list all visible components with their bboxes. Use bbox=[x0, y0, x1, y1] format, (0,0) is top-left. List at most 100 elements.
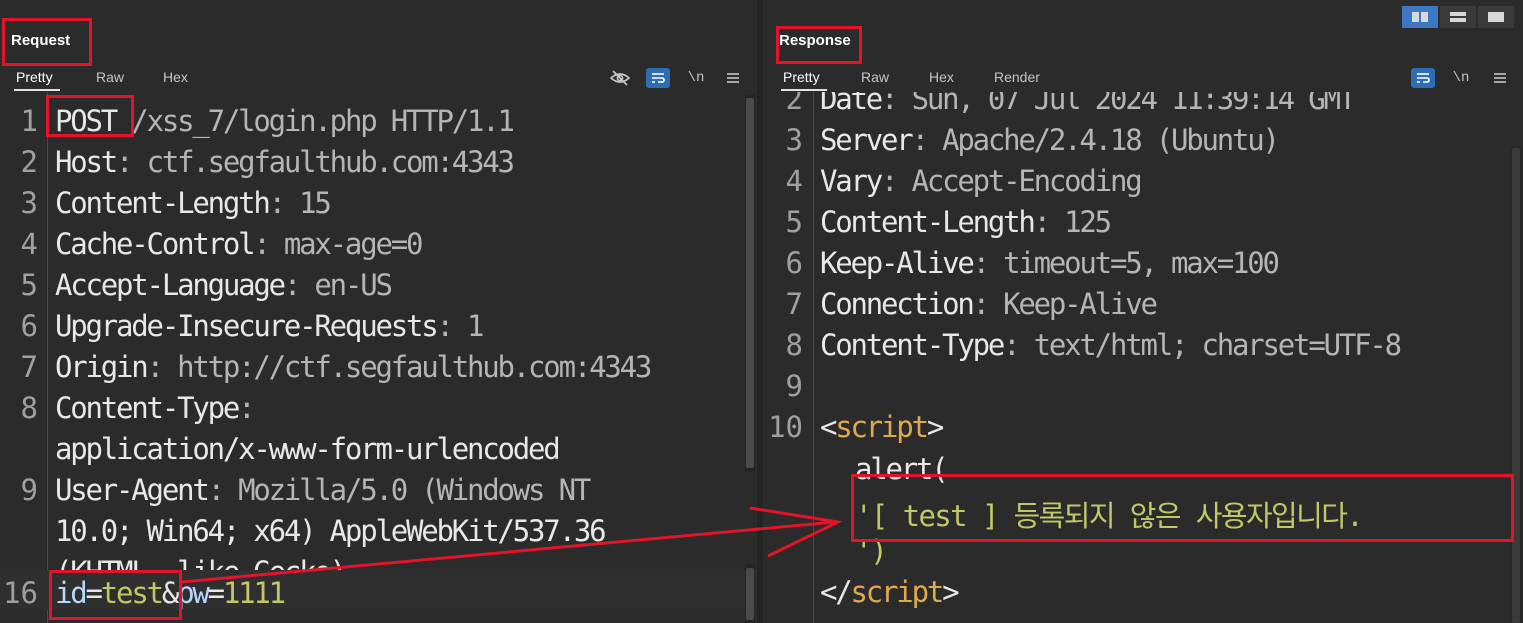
line-number: 6 bbox=[785, 246, 803, 280]
response-tab-hex[interactable]: Hex bbox=[929, 69, 954, 85]
header-name: POST bbox=[55, 104, 118, 138]
header-value: : Mozilla/5.0 (Windows NT bbox=[207, 473, 592, 507]
request-tab-hex[interactable]: Hex bbox=[163, 69, 188, 85]
code-line[interactable]: application/x-www-form-urlencoded bbox=[0, 426, 757, 466]
header-name: Date bbox=[820, 92, 883, 116]
code-line[interactable]: </script> bbox=[763, 569, 1523, 609]
header-value: : text/html; charset=UTF-8 bbox=[1003, 328, 1402, 362]
response-title: Response bbox=[779, 32, 851, 49]
header-name: Accept-Language bbox=[55, 268, 286, 302]
request-body[interactable]: id=test&pw=1111 bbox=[55, 576, 286, 610]
code-line[interactable]: 3 Content-Length: 15 bbox=[0, 180, 757, 220]
header-name: Origin bbox=[55, 350, 149, 384]
response-tab-render[interactable]: Render bbox=[994, 69, 1040, 85]
header-value: : 15 bbox=[268, 186, 332, 220]
scroll-thumb[interactable] bbox=[1512, 148, 1520, 623]
script-open-tag: <script> bbox=[820, 410, 944, 444]
response-scrollbar[interactable] bbox=[1511, 148, 1521, 623]
header-value: : 125 bbox=[1033, 205, 1113, 239]
code-line[interactable]: 6 Keep-Alive: timeout=5, max=100 bbox=[763, 240, 1523, 280]
code-line[interactable]: 7 Connection: Keep-Alive bbox=[763, 281, 1523, 321]
header-value: : bbox=[238, 391, 256, 425]
wrap-lines-icon[interactable] bbox=[1411, 68, 1435, 88]
single-pane-icon[interactable] bbox=[1478, 6, 1514, 28]
header-name: Server bbox=[820, 123, 914, 157]
code-line[interactable]: 8 Content-Type: bbox=[0, 385, 757, 425]
code-line[interactable]: 5 Content-Length: 125 bbox=[763, 199, 1523, 239]
line-number: 5 bbox=[20, 268, 38, 302]
response-tab-pretty[interactable]: Pretty bbox=[783, 69, 820, 85]
header-name: Host bbox=[55, 145, 118, 179]
param-value-id: test bbox=[100, 576, 164, 610]
active-tab-underline bbox=[14, 89, 60, 91]
header-name: Connection bbox=[820, 287, 975, 321]
code-line[interactable]: '[ test ] 등록되지 않은 사용자입니다. bbox=[763, 487, 1523, 533]
response-tab-raw[interactable]: Raw bbox=[861, 69, 889, 85]
request-editor[interactable]: 1 POST /xss_7/login.php HTTP/1.1 2 Host: ct… bbox=[0, 92, 757, 623]
header-name: User-Agent bbox=[55, 473, 210, 507]
param-eq: = bbox=[85, 576, 104, 610]
code-line[interactable]: 1 POST /xss_7/login.php HTTP/1.1 bbox=[0, 98, 757, 138]
newline-toggle[interactable]: \n bbox=[684, 68, 708, 88]
header-text: Cache-Control: max-age=0 bbox=[55, 227, 423, 261]
code-line[interactable]: 9 User-Agent: Mozilla/5.0 (Windows NT bbox=[0, 467, 757, 507]
header-value: : Apache/2.4.18 (Ubuntu) bbox=[911, 123, 1280, 157]
code-line[interactable]: 5 Accept-Language: en-US bbox=[0, 262, 757, 302]
request-body-scrollbar[interactable] bbox=[745, 564, 755, 623]
alert-close: ') bbox=[855, 534, 888, 568]
code-line[interactable]: 10.0; Win64; x64) AppleWebKit/537.36 bbox=[0, 508, 757, 548]
line-number: 16 bbox=[3, 576, 38, 610]
header-text: Vary: Accept-Encoding bbox=[820, 164, 1143, 198]
line-number: 2 bbox=[20, 145, 38, 179]
header-text: Keep-Alive: timeout=5, max=100 bbox=[820, 246, 1280, 280]
header-name: Vary bbox=[820, 164, 883, 198]
header-value: : max-age=0 bbox=[253, 227, 423, 261]
code-line[interactable]: 6 Upgrade-Insecure-Requests: 1 bbox=[0, 303, 757, 343]
code-line[interactable]: 2 Host: ctf.segfaulthub.com:4343 bbox=[0, 139, 757, 179]
code-line[interactable]: alert( bbox=[763, 446, 1523, 486]
header-value: : http://ctf.segfaulthub.com:4343 bbox=[146, 350, 653, 384]
param-key-id: id bbox=[55, 576, 88, 610]
header-value: : 1 bbox=[436, 309, 485, 343]
scroll-thumb[interactable] bbox=[746, 98, 754, 468]
wrap-lines-icon[interactable] bbox=[646, 68, 670, 88]
code-line[interactable]: 8 Content-Type: text/html; charset=UTF-8 bbox=[763, 322, 1523, 362]
request-tab-raw[interactable]: Raw bbox=[96, 69, 124, 85]
code-line[interactable]: 9 bbox=[763, 363, 1523, 403]
scroll-thumb[interactable] bbox=[746, 568, 754, 620]
line-number: 9 bbox=[785, 369, 803, 403]
menu-icon[interactable] bbox=[1489, 68, 1511, 88]
header-value: /xss_7/login.php HTTP/1.1 bbox=[116, 104, 515, 138]
code-line[interactable]: 2 Date: Sun, 07 Jul 2024 11:39:14 GMT bbox=[763, 92, 1523, 116]
header-text: Origin: http://ctf.segfaulthub.com:4343 bbox=[55, 350, 653, 384]
code-line[interactable]: 4 Cache-Control: max-age=0 bbox=[0, 221, 757, 261]
code-line[interactable]: 7 Origin: http://ctf.segfaulthub.com:4343 bbox=[0, 344, 757, 384]
response-editor[interactable]: 2 Date: Sun, 07 Jul 2024 11:39:14 GMT 3 Ser… bbox=[763, 92, 1523, 623]
split-columns-icon[interactable] bbox=[1402, 6, 1438, 28]
split-rows-icon[interactable] bbox=[1440, 6, 1476, 28]
menu-icon[interactable] bbox=[722, 68, 744, 88]
alert-call: alert( bbox=[855, 452, 949, 486]
line-number: 6 bbox=[20, 309, 38, 343]
code-line[interactable]: ') bbox=[763, 528, 1523, 568]
line-number: 3 bbox=[785, 123, 803, 157]
header-text: User-Agent: Mozilla/5.0 (Windows NT bbox=[55, 473, 592, 507]
header-text: Content-Length: 125 bbox=[820, 205, 1113, 239]
line-number: 2 bbox=[785, 92, 803, 116]
line-number: 10 bbox=[768, 410, 803, 444]
param-separator: & bbox=[161, 576, 180, 610]
header-name: 10.0; Win64; x64) AppleWebKit/537.36 bbox=[55, 514, 607, 548]
request-body-line[interactable]: 16 id=test&pw=1111 bbox=[0, 570, 757, 610]
active-tab-underline bbox=[781, 89, 827, 91]
request-scrollbar[interactable] bbox=[745, 94, 755, 472]
line-number: 3 bbox=[20, 186, 38, 220]
param-value-pw: 1111 bbox=[222, 576, 286, 610]
header-text: Content-Type: text/html; charset=UTF-8 bbox=[820, 328, 1402, 362]
code-line[interactable]: 4 Vary: Accept-Encoding bbox=[763, 158, 1523, 198]
newline-toggle[interactable]: \n bbox=[1449, 68, 1473, 88]
request-tab-pretty[interactable]: Pretty bbox=[16, 69, 53, 85]
eye-off-icon[interactable] bbox=[608, 68, 632, 88]
code-line[interactable]: 10 <script> bbox=[763, 404, 1523, 444]
header-name: Content-Type bbox=[820, 328, 1005, 362]
code-line[interactable]: 3 Server: Apache/2.4.18 (Ubuntu) bbox=[763, 117, 1523, 157]
